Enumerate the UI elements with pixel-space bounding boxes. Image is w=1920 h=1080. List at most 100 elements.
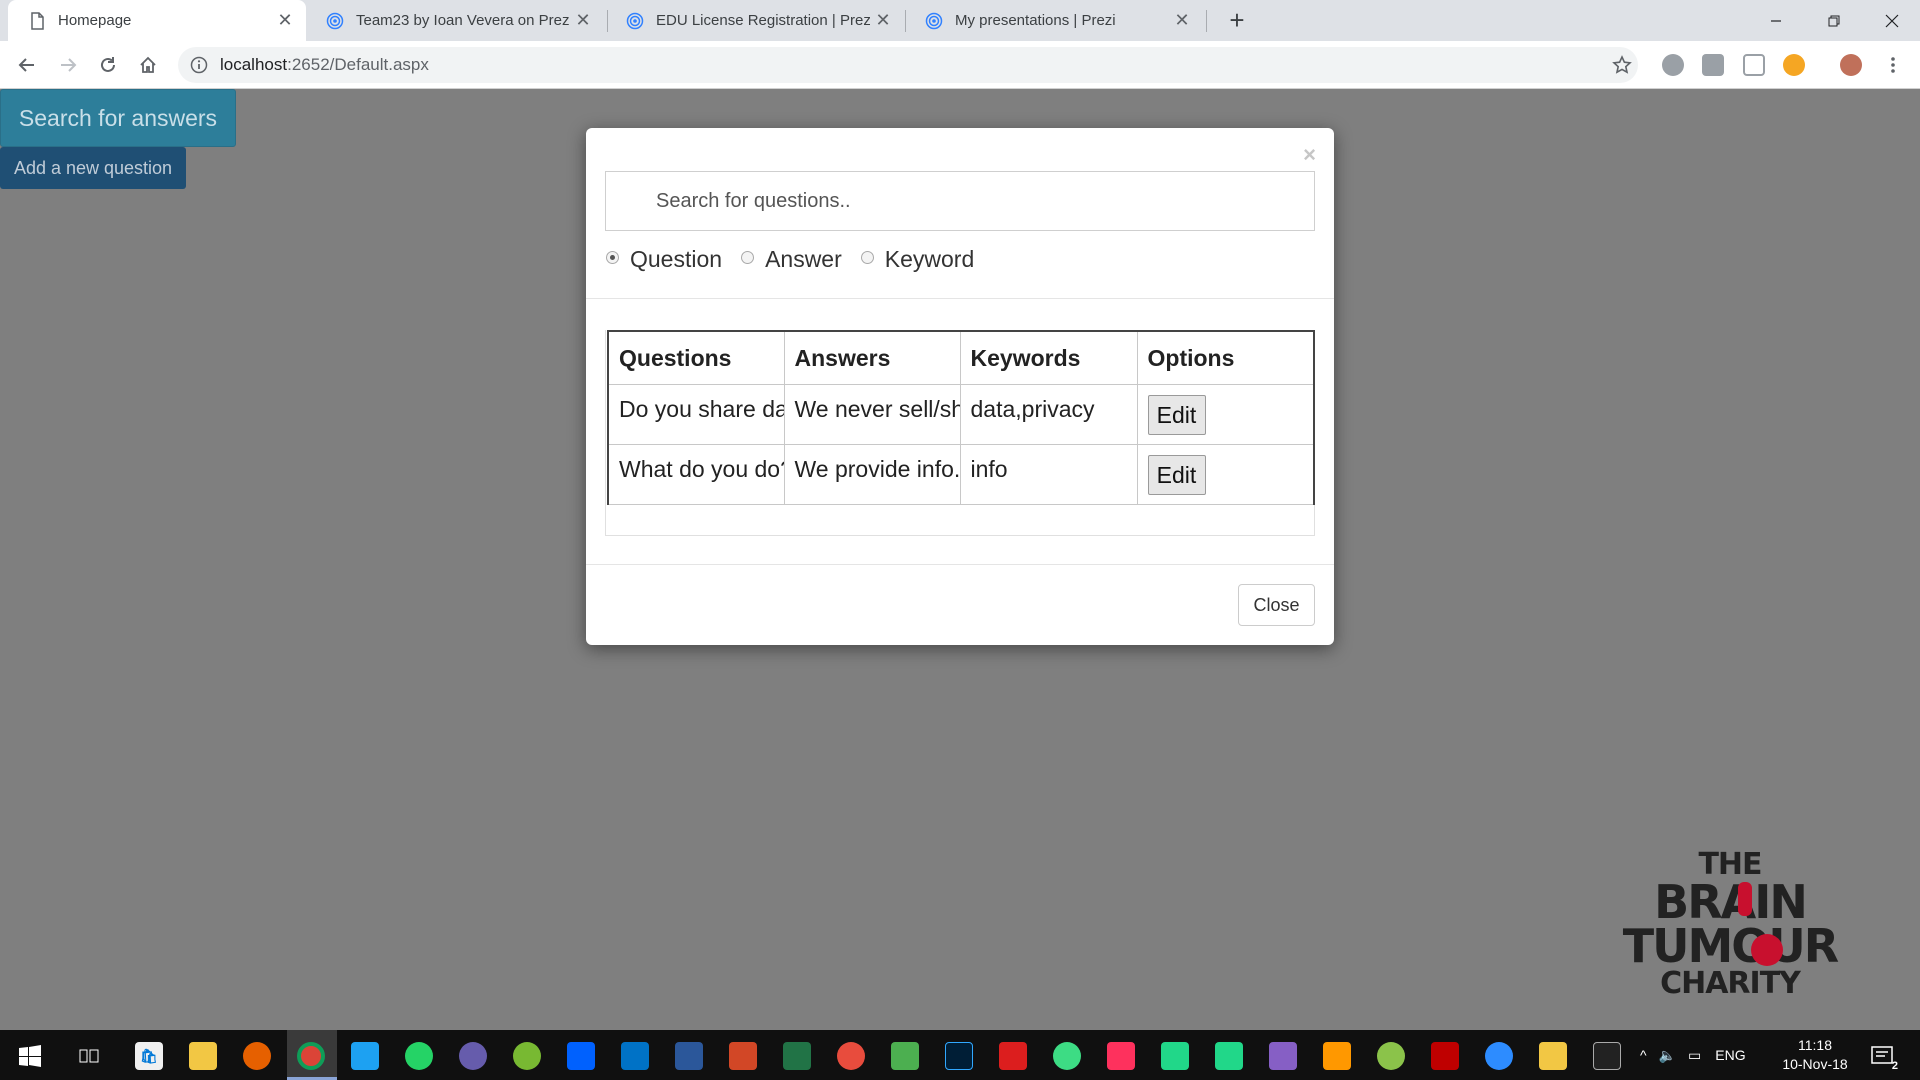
language-indicator[interactable]: ENG [1715, 1047, 1745, 1063]
radio-button[interactable] [606, 251, 619, 264]
volume-icon[interactable]: 🔈 [1659, 1047, 1676, 1064]
edit-button[interactable]: Edit [1147, 455, 1206, 495]
extension-icon[interactable] [1702, 54, 1724, 76]
close-button[interactable]: Close [1238, 584, 1315, 626]
search-answers-button[interactable]: Search for answers [0, 89, 236, 147]
page-icon [31, 11, 44, 30]
radio-keyword[interactable]: Keyword [860, 246, 974, 273]
tab-close-icon[interactable]: ✕ [870, 10, 896, 31]
adblock-extension-icon[interactable] [1662, 54, 1684, 76]
radio-button[interactable] [741, 251, 755, 264]
table-row: What do you do? We provide info. info Ed… [607, 444, 1315, 505]
radio-button[interactable] [860, 251, 874, 264]
add-question-button[interactable]: Add a new question [0, 147, 186, 189]
url-text: localhost:2652/Default.aspx [220, 55, 429, 75]
intellij-icon[interactable] [1107, 1042, 1135, 1070]
notification-count: 2 [1891, 1060, 1898, 1072]
firefox-icon[interactable] [243, 1042, 271, 1070]
powerpoint-icon[interactable] [729, 1042, 757, 1070]
edit-button[interactable]: Edit [1147, 395, 1206, 435]
reload-icon[interactable] [93, 50, 123, 80]
modal-footer-divider [586, 564, 1334, 565]
rewards-extension-icon[interactable] [1783, 54, 1805, 76]
photoshop-icon[interactable] [945, 1042, 973, 1070]
app-icon[interactable] [891, 1042, 919, 1070]
app-icon[interactable] [837, 1042, 865, 1070]
taskbar-clock[interactable]: 11:18 10-Nov-18 [1760, 1036, 1870, 1074]
url-path: :2652/Default.aspx [287, 55, 429, 74]
battery-icon[interactable]: ▭ [1688, 1047, 1701, 1064]
windows-start-icon[interactable] [16, 1042, 44, 1070]
tab-separator [1206, 10, 1207, 32]
hotspot-icon[interactable] [1377, 1042, 1405, 1070]
tab-edu-license[interactable]: EDU License Registration | Prezi.c ✕ [606, 0, 904, 41]
table-row: Do you share data? We never sell/share y… [607, 384, 1315, 445]
chrome-icon[interactable] [297, 1042, 325, 1070]
system-tray: ^ 🔈 ▭ ENG [1640, 1030, 1746, 1080]
column-header: Answers [783, 330, 961, 385]
filezilla-icon[interactable] [1431, 1042, 1459, 1070]
outlook-icon[interactable] [621, 1042, 649, 1070]
tab-team23[interactable]: Team23 by Ioan Vevera on Prezi N ✕ [306, 0, 604, 41]
radio-label: Answer [765, 246, 842, 272]
bookmark-star-icon[interactable] [1607, 50, 1637, 80]
url-host: localhost [220, 55, 288, 74]
whatsapp-icon[interactable] [405, 1042, 433, 1070]
address-bar[interactable]: localhost:2652/Default.aspx [178, 47, 1638, 83]
clock-date: 10-Nov-18 [1782, 1056, 1848, 1072]
app-icon[interactable] [1539, 1042, 1567, 1070]
prezi-icon [326, 12, 344, 29]
store-icon[interactable]: 🛍 [135, 1042, 163, 1070]
minimize-icon[interactable] [1747, 0, 1805, 41]
logo-red-dot [1751, 934, 1783, 966]
profile-avatar[interactable] [1840, 54, 1862, 76]
radio-answer[interactable]: Answer [741, 246, 842, 273]
notification-center-icon[interactable]: 2 [1868, 1042, 1898, 1072]
chevron-up-icon[interactable]: ^ [1640, 1047, 1647, 1063]
tab-close-icon[interactable]: ✕ [570, 10, 596, 31]
browser-tabstrip: Homepage ✕ Team23 by Ioan Vevera on Prez… [0, 0, 1920, 41]
column-header: Keywords [959, 330, 1138, 385]
prezi-icon [626, 12, 644, 29]
menu-icon[interactable] [1878, 50, 1908, 80]
sublime-icon[interactable] [1323, 1042, 1351, 1070]
results-table-wrapper: Questions Answers Keywords Options Do yo… [605, 330, 1315, 536]
file-explorer-icon[interactable] [189, 1042, 217, 1070]
acrobat-icon[interactable] [999, 1042, 1027, 1070]
window-close-icon[interactable] [1863, 0, 1920, 41]
back-icon[interactable] [12, 50, 42, 80]
visual-studio-icon[interactable] [1269, 1042, 1297, 1070]
table-header-row: Questions Answers Keywords Options [607, 330, 1315, 385]
word-icon[interactable] [675, 1042, 703, 1070]
restore-icon[interactable] [1805, 0, 1863, 41]
tab-title: My presentations | Prezi [955, 12, 1116, 29]
utorrent-icon[interactable] [513, 1042, 541, 1070]
zoom-icon[interactable] [1485, 1042, 1513, 1070]
excel-icon[interactable] [783, 1042, 811, 1070]
brain-tumour-charity-logo: THE BRAIN TUMOUR CHARITY [1620, 850, 1840, 1010]
info-icon[interactable] [190, 56, 208, 74]
column-header: Options [1136, 330, 1315, 385]
viber-icon[interactable] [459, 1042, 487, 1070]
search-questions-input[interactable] [605, 171, 1315, 231]
prezi-icon [925, 12, 943, 29]
tab-close-icon[interactable]: ✕ [272, 10, 298, 31]
tab-my-presentations[interactable]: My presentations | Prezi ✕ [905, 0, 1203, 41]
tab-title: Team23 by Ioan Vevera on Prezi N [356, 12, 570, 29]
clion-icon[interactable] [1161, 1042, 1189, 1070]
radio-question[interactable]: Question [606, 246, 722, 273]
tab-homepage[interactable]: Homepage ✕ [8, 0, 306, 41]
terminal-icon[interactable] [1593, 1042, 1621, 1070]
task-view-icon[interactable] [75, 1042, 103, 1070]
dropbox-icon[interactable] [567, 1042, 595, 1070]
forward-icon[interactable] [53, 50, 83, 80]
android-studio-icon[interactable] [1053, 1042, 1081, 1070]
modal-close-icon[interactable]: × [1303, 142, 1316, 168]
column-header: Questions [607, 330, 785, 385]
home-icon[interactable] [133, 50, 163, 80]
twitter-icon[interactable] [351, 1042, 379, 1070]
tab-close-icon[interactable]: ✕ [1169, 10, 1195, 31]
new-tab-icon[interactable]: + [1221, 4, 1253, 36]
cast-extension-icon[interactable] [1743, 54, 1765, 76]
pycharm-icon[interactable] [1215, 1042, 1243, 1070]
